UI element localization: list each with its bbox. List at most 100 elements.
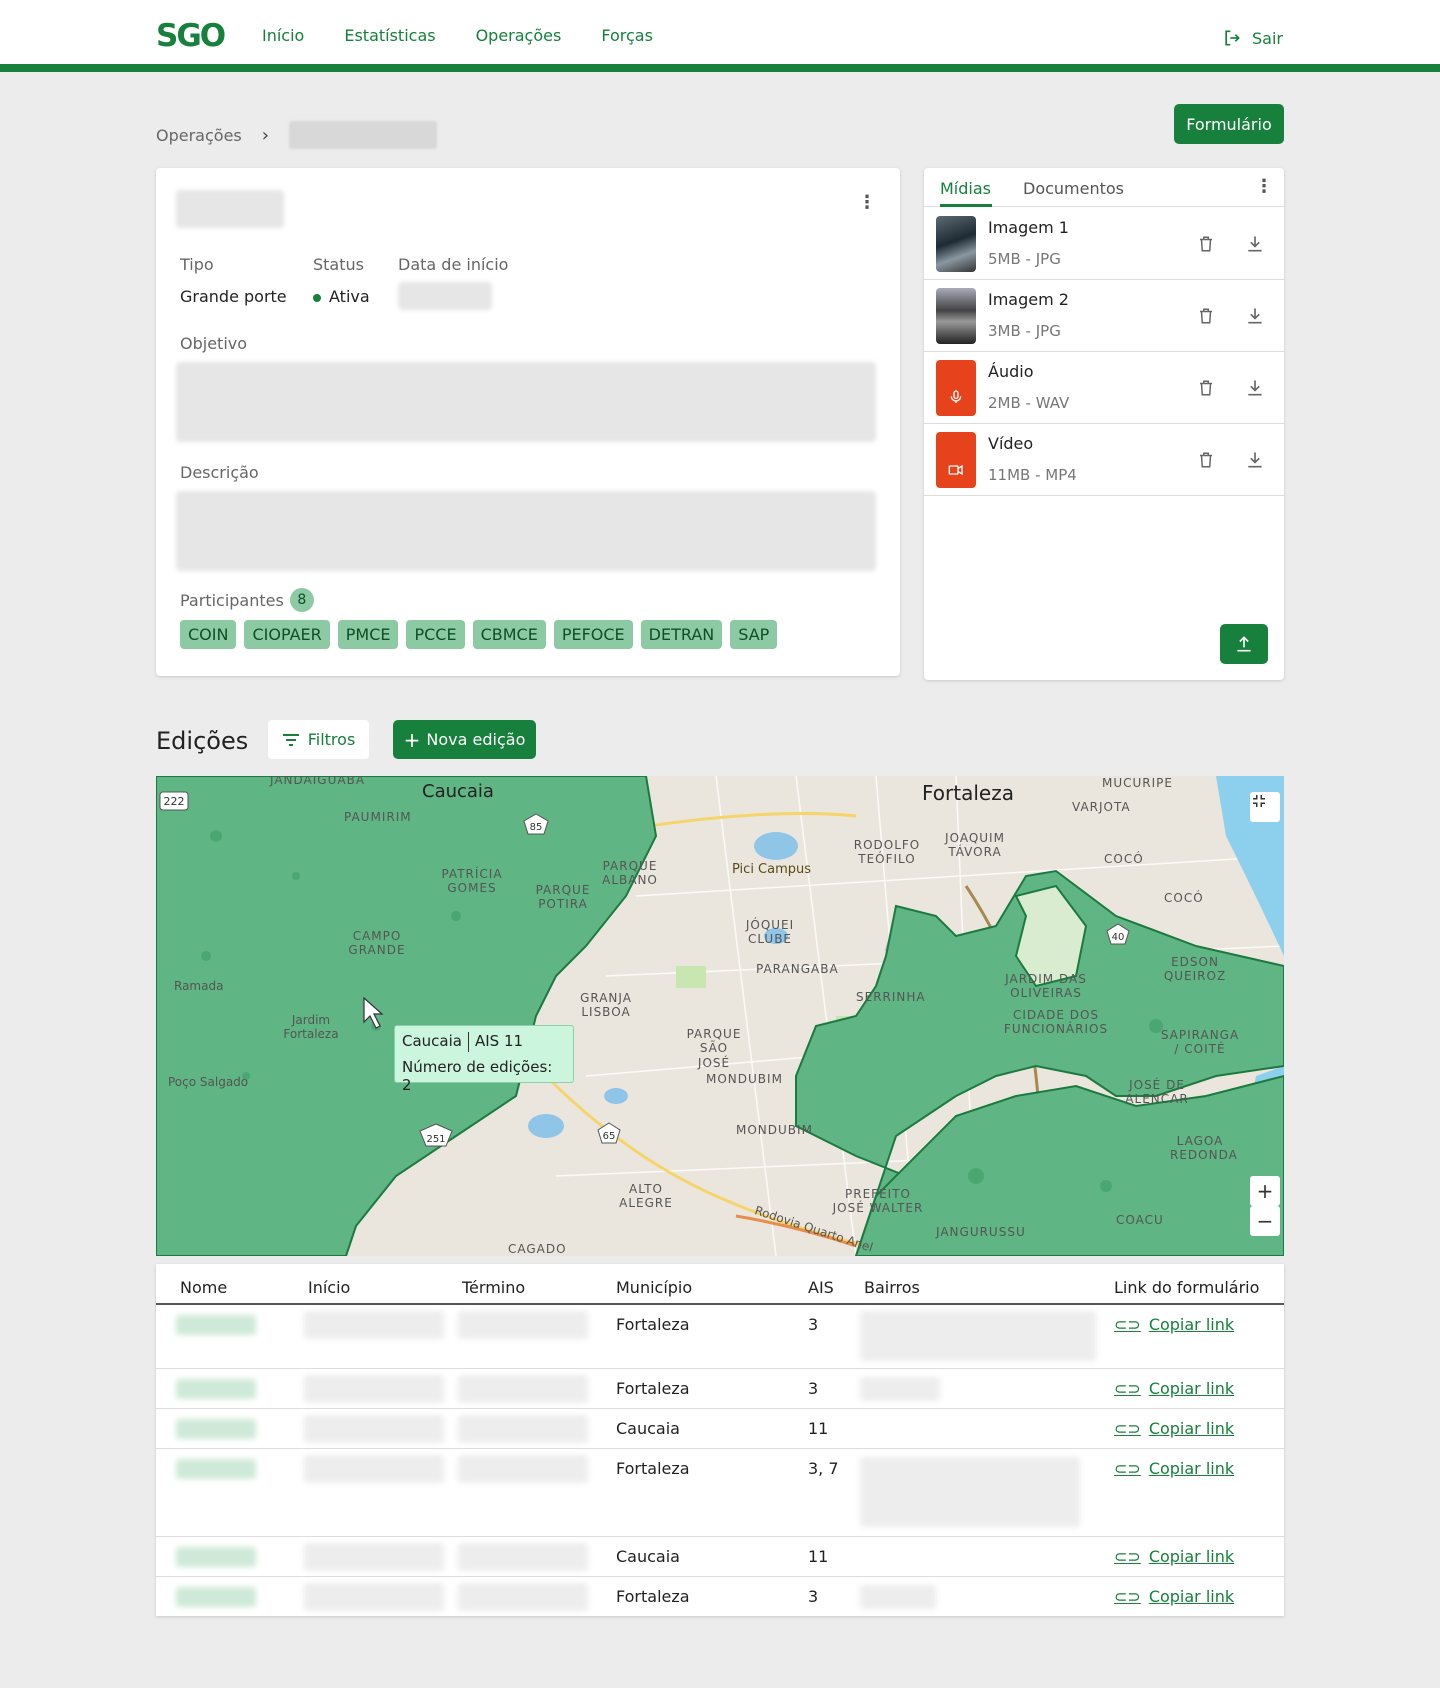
copy-link[interactable]: ⊂⊃ Copiar link: [1114, 1587, 1234, 1606]
copy-link[interactable]: ⊂⊃ Copiar link: [1114, 1419, 1234, 1438]
more-vertical-icon[interactable]: ⋮: [858, 194, 876, 212]
media-meta: 11MB - MP4: [988, 466, 1077, 484]
map-place-label: MUCURIPE: [1102, 776, 1173, 790]
download-icon[interactable]: [1245, 378, 1265, 398]
map-place-label: ALTO ALEGRE: [619, 1182, 673, 1211]
link-icon: ⊂⊃: [1114, 1587, 1141, 1606]
zoom-out-button[interactable]: −: [1250, 1206, 1280, 1236]
copy-link-label: Copiar link: [1148, 1315, 1235, 1334]
tab-midias[interactable]: Mídias: [940, 179, 991, 198]
media-item: Imagem 2 3MB - JPG: [924, 280, 1284, 352]
active-tab-indicator: [940, 204, 992, 207]
map-place-label: PARQUE POTIRA: [535, 883, 591, 912]
map-place-label: PARQUE SÃO JOSÉ: [686, 1027, 742, 1070]
media-name: Imagem 1: [988, 218, 1069, 237]
descricao-redacted: [176, 491, 876, 571]
media-item: Vídeo 11MB - MP4: [924, 424, 1284, 496]
map-place-label: CIDADE DOS FUNCIONÁRIOS: [1003, 1008, 1109, 1037]
termino-redacted: [458, 1311, 588, 1339]
chip-ciopaer: CIOPAER: [244, 620, 330, 649]
col-header-municipio[interactable]: Município: [616, 1278, 692, 1297]
download-icon[interactable]: [1245, 450, 1265, 470]
chip-coin: COIN: [180, 620, 237, 649]
nav-operacoes[interactable]: Operações: [476, 26, 562, 45]
copy-link[interactable]: ⊂⊃ Copiar link: [1114, 1315, 1234, 1334]
copy-link[interactable]: ⊂⊃ Copiar link: [1114, 1379, 1234, 1398]
road-badge-text: 251: [426, 1134, 445, 1145]
trash-icon[interactable]: [1197, 234, 1215, 254]
plus-icon: +: [403, 727, 421, 752]
col-header-nome[interactable]: Nome: [180, 1278, 227, 1297]
table-row[interactable]: Fortaleza 3 ⊂⊃ Copiar link: [156, 1305, 1284, 1369]
upload-icon: [1237, 636, 1251, 652]
table-row[interactable]: Caucaia 11 ⊂⊃ Copiar link: [156, 1409, 1284, 1449]
breadcrumb: Operações ›: [156, 121, 437, 149]
map-place-label: PAUMIRIM: [344, 810, 412, 824]
map-city-label: Fortaleza: [922, 781, 1014, 805]
editions-map[interactable]: 222 85 251 65 40 Caucaia Fortaleza JANDA…: [156, 776, 1284, 1256]
image-thumbnail[interactable]: [936, 216, 976, 272]
road-badge-text: 40: [1112, 932, 1125, 943]
media-name: Áudio: [988, 362, 1034, 381]
app-logo[interactable]: SGO: [156, 18, 226, 54]
map-place-label: JANDAIGUABA: [270, 776, 366, 787]
col-header-termino[interactable]: Término: [462, 1278, 525, 1297]
nav-estatisticas[interactable]: Estatísticas: [344, 26, 435, 45]
chip-pcce: PCCE: [406, 620, 465, 649]
inicio-redacted: [304, 1455, 444, 1483]
chip-pefoce: PEFOCE: [553, 620, 633, 649]
inicio-redacted: [304, 1311, 444, 1339]
ais-cell: 3: [808, 1587, 819, 1606]
breadcrumb-current-redacted: [288, 121, 437, 149]
audio-file-icon[interactable]: [936, 360, 976, 416]
bairros-redacted: [860, 1585, 936, 1609]
participantes-count-badge: 8: [289, 588, 314, 612]
map-place-label: RODOLFO TEÓFILO: [853, 838, 921, 867]
objetivo-redacted: [176, 362, 876, 442]
map-place-label: SERRINHA: [856, 990, 926, 1004]
new-edition-button[interactable]: + Nova edição: [393, 720, 536, 759]
download-icon[interactable]: [1245, 234, 1265, 254]
status-label: Status: [313, 255, 364, 274]
tooltip-separator: [467, 1032, 469, 1052]
fullscreen-exit-button[interactable]: [1250, 792, 1280, 822]
logout-button[interactable]: Sair: [1222, 28, 1283, 48]
table-row[interactable]: Fortaleza 3 ⊂⊃ Copiar link: [156, 1577, 1284, 1616]
more-vertical-icon[interactable]: ⋮: [1255, 178, 1273, 196]
copy-link[interactable]: ⊂⊃ Copiar link: [1114, 1459, 1234, 1478]
link-icon: ⊂⊃: [1114, 1419, 1141, 1438]
table-row[interactable]: Caucaia 11 ⊂⊃ Copiar link: [156, 1537, 1284, 1577]
table-row[interactable]: Fortaleza 3 ⊂⊃ Copiar link: [156, 1369, 1284, 1409]
map-place-label: Jardim Fortaleza: [283, 1013, 339, 1042]
nav-forcas[interactable]: Forças: [601, 26, 653, 45]
col-header-inicio[interactable]: Início: [308, 1278, 350, 1297]
nome-redacted: [176, 1547, 256, 1567]
trash-icon[interactable]: [1197, 306, 1215, 326]
col-header-bairros[interactable]: Bairros: [864, 1278, 920, 1297]
form-button[interactable]: Formulário: [1174, 104, 1284, 144]
upload-button[interactable]: [1220, 624, 1268, 664]
tab-documentos[interactable]: Documentos: [1023, 179, 1124, 198]
inicio-redacted: [304, 1583, 444, 1611]
video-file-icon[interactable]: [936, 432, 976, 488]
table-row[interactable]: Fortaleza 3, 7 ⊂⊃ Copiar link: [156, 1449, 1284, 1537]
ais-cell: 3: [808, 1379, 819, 1398]
image-thumbnail[interactable]: [936, 288, 976, 344]
col-header-ais[interactable]: AIS: [808, 1278, 834, 1297]
copy-link[interactable]: ⊂⊃ Copiar link: [1114, 1547, 1234, 1566]
map-place-label: Ramada: [174, 979, 224, 993]
filters-button[interactable]: Filtros: [268, 720, 369, 759]
download-icon[interactable]: [1245, 306, 1265, 326]
nav-inicio[interactable]: Início: [262, 26, 304, 45]
trash-icon[interactable]: [1197, 378, 1215, 398]
minus-icon: −: [1256, 1209, 1274, 1233]
map-place-label: CAMPO GRANDE: [348, 929, 406, 958]
chip-sap: SAP: [730, 620, 778, 649]
participantes-label: Participantes: [180, 590, 284, 610]
trash-icon[interactable]: [1197, 450, 1215, 470]
media-item: Imagem 1 5MB - JPG: [924, 208, 1284, 280]
road-badge-text: 222: [164, 795, 185, 808]
breadcrumb-root[interactable]: Operações: [156, 126, 242, 145]
col-header-link[interactable]: Link do formulário: [1114, 1278, 1259, 1297]
zoom-in-button[interactable]: +: [1250, 1176, 1280, 1206]
